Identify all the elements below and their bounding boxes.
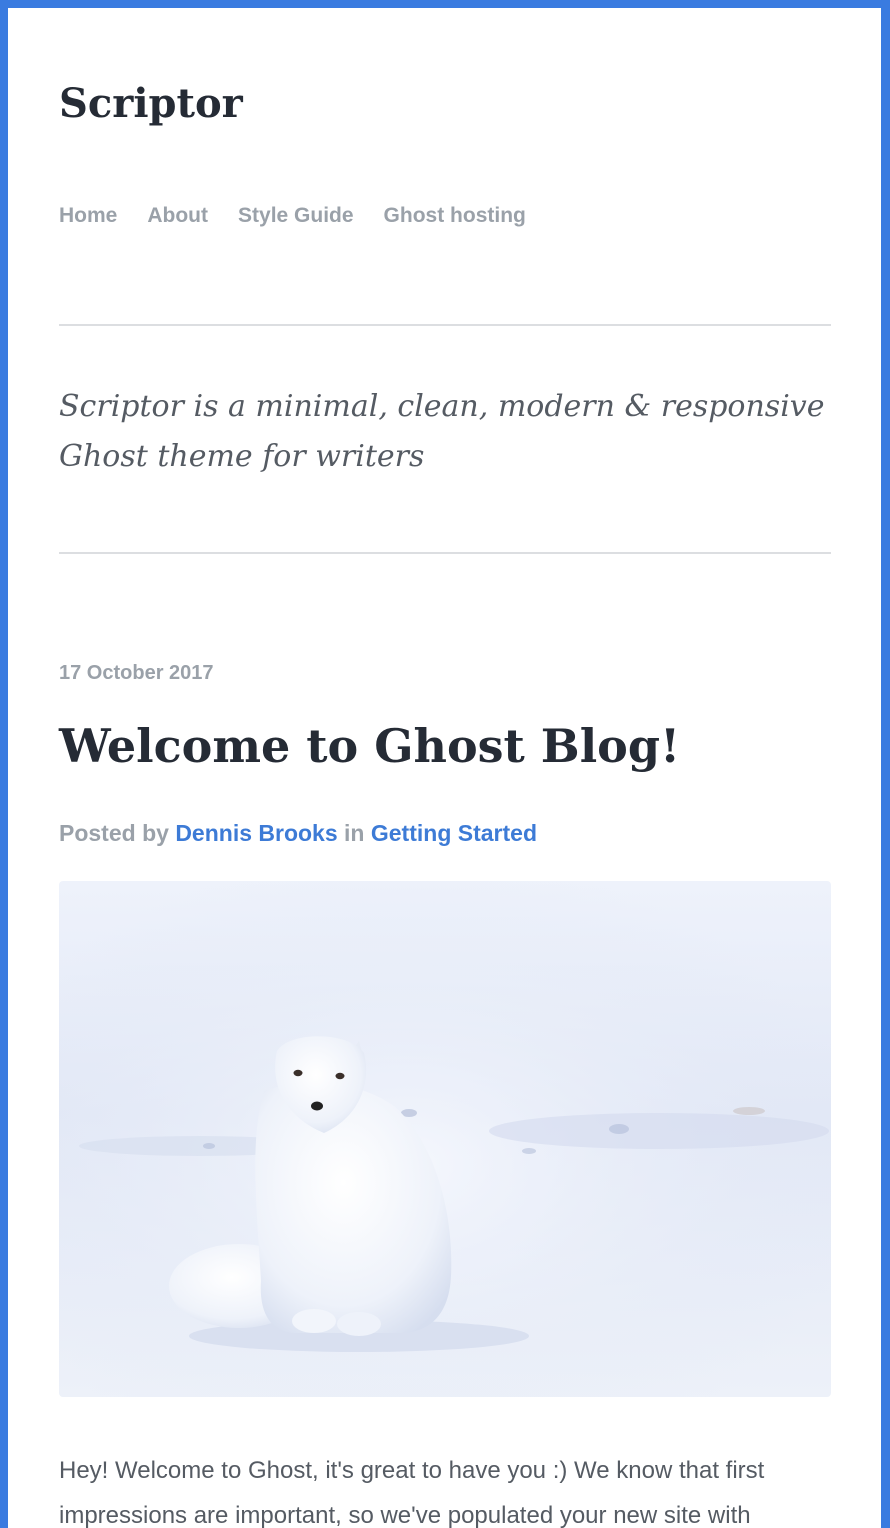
post-date: 17 October 2017 xyxy=(59,662,214,684)
author-link[interactable]: Dennis Brooks xyxy=(175,820,337,846)
post-title[interactable]: Welcome to Ghost Blog! xyxy=(59,720,680,773)
nav-item-home[interactable]: Home xyxy=(59,204,117,228)
site-tagline: Scriptor is a minimal, clean, modern & r… xyxy=(59,389,825,474)
post-byline: Posted by Dennis Brooks in Getting Start… xyxy=(59,820,537,847)
header-divider-bottom xyxy=(59,552,831,554)
nav-item-ghost-hosting[interactable]: Ghost hosting xyxy=(384,204,526,228)
header-divider-top xyxy=(59,324,831,326)
nav-item-style-guide[interactable]: Style Guide xyxy=(238,204,354,228)
category-link[interactable]: Getting Started xyxy=(371,820,537,846)
byline-prefix: Posted by xyxy=(59,820,169,846)
site-title[interactable]: Scriptor xyxy=(59,82,243,126)
byline-in: in xyxy=(344,820,365,846)
post-featured-image[interactable] xyxy=(59,881,831,1397)
main-nav: Home About Style Guide Ghost hosting xyxy=(59,204,526,228)
nav-item-about[interactable]: About xyxy=(147,204,208,228)
browser-frame: Scriptor Home About Style Guide Ghost ho… xyxy=(8,8,881,1528)
post-excerpt: Hey! Welcome to Ghost, it's great to hav… xyxy=(59,1457,765,1528)
arctic-fox-in-snow-photo xyxy=(59,881,831,1397)
